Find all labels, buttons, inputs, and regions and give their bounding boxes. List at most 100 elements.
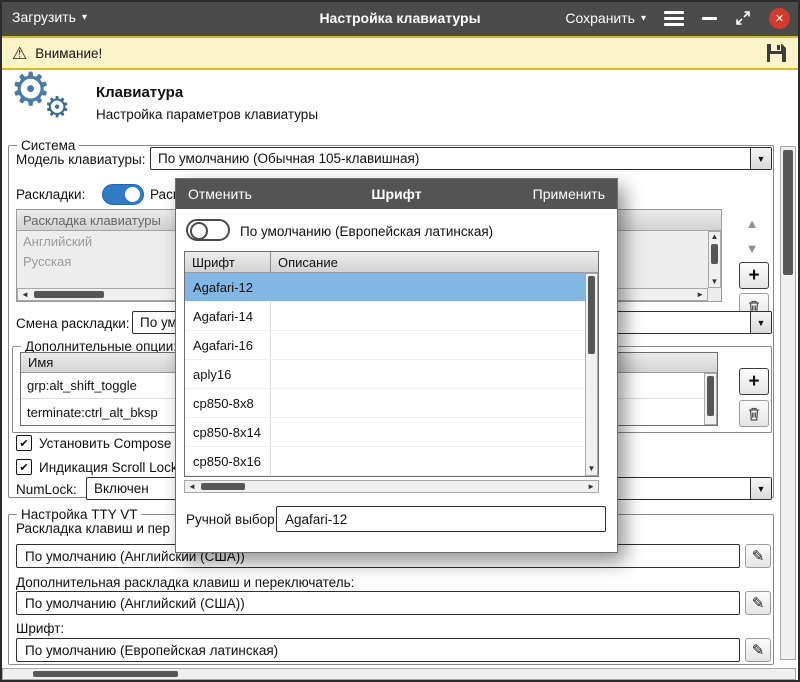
tty-group-legend: Настройка TTY VT [21,507,138,522]
scroll-left-icon[interactable]: ◄ [188,483,196,491]
chevron-down-icon: ▾ [640,12,646,24]
close-icon: ✕ [774,12,785,25]
keyboard-module-icon: ⚙ ⚙ [10,66,86,132]
title-bar: Загрузить ▾ Настройка клавиатуры Сохрани… [0,0,800,36]
edit-font-button[interactable]: ✎ [745,638,771,662]
edit-extra-keymap-button[interactable]: ✎ [745,591,771,615]
font-name-cell: aply16 [185,360,271,388]
tty-keymap-label: Раскладка клавиш и пер [16,521,170,536]
keyboard-model-label: Модель клавиатуры: [16,152,146,167]
font-table: Шрифт Описание Agafari-12 Agafari-14 Aga… [184,251,599,477]
window-horizontal-scrollbar[interactable] [2,668,796,680]
apply-button[interactable]: Применить [533,186,605,202]
scroll-down-icon[interactable]: ▼ [709,278,720,286]
font-table-rows: Agafari-12 Agafari-14 Agafari-16 aply16 … [185,273,585,476]
scrollbar-thumb[interactable] [588,276,595,354]
scroll-right-icon[interactable]: ► [696,291,704,299]
scrolllock-checkbox[interactable]: ✔ [16,459,32,475]
font-name-cell: Agafari-12 [193,279,253,295]
layout-switch-label: Смена раскладки: [16,316,130,331]
table-row[interactable]: cp850-8x14 [185,418,585,447]
table-row[interactable]: cp850-8x16 [185,447,585,476]
dropdown-arrow-icon: ▼ [750,148,771,169]
save-menu-label: Сохранить [565,10,635,26]
warning-text: Внимание! [35,45,103,61]
table-row[interactable]: aply16 [185,360,585,389]
manual-choice-field[interactable]: Agafari-12 [276,506,606,532]
default-font-toggle[interactable] [186,219,230,241]
column-header-name: Имя [28,355,54,370]
pencil-icon: ✎ [751,547,765,565]
edit-keymap-button[interactable]: ✎ [745,544,771,568]
options-table-scrollbar[interactable] [704,373,717,425]
scrollbar-thumb[interactable] [34,291,104,298]
plus-icon: + [748,264,760,286]
font-table-header: Шрифт Описание [185,252,598,273]
font-description-cell [271,447,585,475]
titlebar-actions: Сохранить ▾ ✕ [565,0,790,36]
scroll-up-icon[interactable]: ▲ [709,233,720,241]
font-dialog-header: Отменить Шрифт Применить [176,179,617,209]
font-description-cell [271,331,585,359]
gear-icon: ⚙ [44,92,70,124]
tty-font-field[interactable]: По умолчанию (Европейская латинская) [16,638,740,662]
save-menu-button[interactable]: Сохранить ▾ [565,10,646,26]
keyboard-settings-window: Загрузить ▾ Настройка клавиатуры Сохрани… [0,0,800,682]
keyboard-model-select[interactable]: По умолчанию (Обычная 105-клавишная) ▼ [150,147,772,170]
scrollbar-thumb[interactable] [783,150,793,275]
font-table-vertical-scrollbar[interactable]: ▼ [585,273,598,476]
scrollbar-thumb[interactable] [707,376,714,416]
page-title: Клавиатура [96,84,184,101]
tty-extra-keymap-field[interactable]: По умолчанию (Английский (США)) [16,591,740,615]
font-dialog: Отменить Шрифт Применить По умолчанию (Е… [175,178,618,553]
save-file-icon[interactable] [764,41,788,65]
check-icon: ✔ [19,437,29,450]
table-row[interactable]: cp850-8x8 [185,389,585,418]
table-row[interactable]: Agafari-16 [185,331,585,360]
manual-choice-label: Ручной выбор: [186,512,279,527]
minimize-icon[interactable] [702,16,717,20]
scroll-left-icon[interactable]: ◄ [21,291,29,299]
hamburger-menu-icon[interactable] [664,8,684,28]
compose-checkbox[interactable]: ✔ [16,435,32,451]
font-description-cell [271,360,585,388]
column-header-font: Шрифт [185,252,271,272]
scroll-right-icon[interactable]: ► [587,483,595,491]
pencil-icon: ✎ [751,641,765,659]
page-subtitle: Настройка параметров клавиатуры [96,107,319,122]
warning-bar: ⚠ Внимание! [0,36,800,70]
add-layout-button[interactable]: + [739,262,769,289]
dropdown-arrow-icon: ▼ [750,312,771,333]
fullscreen-icon[interactable] [735,10,751,26]
font-description-cell [271,302,585,330]
move-layout-down-button[interactable]: ▼ [738,237,766,259]
scroll-down-icon[interactable]: ▼ [586,465,597,473]
font-name-cell: cp850-8x14 [185,418,271,446]
scrollbar-thumb[interactable] [33,671,178,677]
trash-icon [749,407,759,421]
font-table-horizontal-scrollbar[interactable]: ◄ ► [184,480,599,493]
scrollbar-thumb[interactable] [711,244,718,264]
down-arrow-icon: ▼ [745,240,759,256]
table-row[interactable]: Agafari-14 [185,302,585,331]
cancel-button[interactable]: Отменить [188,186,252,202]
delete-option-button[interactable] [739,400,769,427]
tty-extra-keymap-label: Дополнительная раскладка клавиш и перекл… [16,575,355,590]
warning-icon: ⚠ [12,43,28,63]
font-description-cell [271,273,585,301]
close-button[interactable]: ✕ [769,7,790,29]
font-description-cell [271,418,585,446]
layout-list-vertical-scrollbar[interactable]: ▲ ▼ [708,231,721,288]
window-vertical-scrollbar[interactable] [780,146,796,660]
table-row[interactable]: Agafari-12 [185,273,585,302]
add-option-button[interactable]: + [739,368,769,395]
layouts-label: Раскладки: [16,187,86,202]
layouts-toggle[interactable] [102,184,144,205]
compose-checkbox-label: Установить Compose [39,436,172,451]
move-layout-up-button[interactable]: ▲ [738,212,766,234]
tty-font-label: Шрифт: [16,621,65,636]
font-description-cell [271,389,585,417]
font-name-cell: cp850-8x8 [185,389,271,417]
scrollbar-thumb[interactable] [201,483,245,490]
check-icon: ✔ [19,461,29,474]
